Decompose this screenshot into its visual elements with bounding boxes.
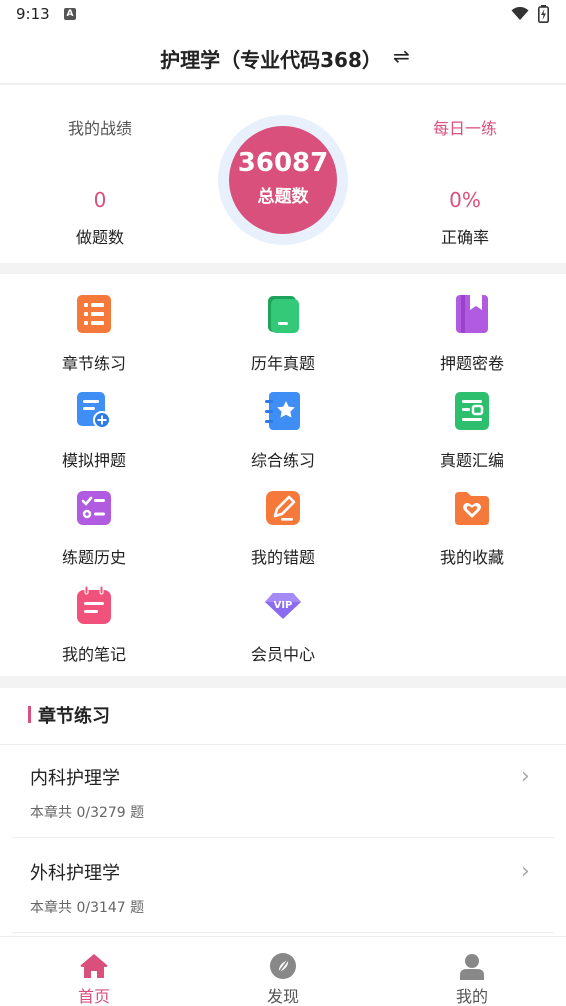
- svg-text:VIP: VIP: [274, 600, 293, 611]
- book-icon: [268, 296, 299, 333]
- done-count-value: 0: [93, 188, 107, 212]
- doc-lines-icon: [455, 392, 489, 430]
- list-icon: [77, 295, 111, 333]
- stats-panel: 我的战绩 每日一练 36087 总题数 0 做题数 0% 正确率: [0, 85, 566, 263]
- grid-item-predicted-papers[interactable]: 押题密卷: [378, 274, 566, 373]
- bottom-nav: 首页 发现 我的: [0, 936, 566, 1006]
- page-title: 护理学（专业代码368）: [160, 48, 382, 72]
- pencil-icon: [266, 491, 300, 525]
- total-questions-value: 36087: [237, 148, 329, 178]
- chevron-right-icon: ›: [521, 859, 530, 884]
- accuracy-label: 正确率: [440, 228, 489, 247]
- total-questions-ring: 36087 总题数: [218, 115, 348, 245]
- accuracy-value: 0%: [449, 188, 481, 212]
- grid-item-notes[interactable]: 我的笔记: [0, 565, 188, 664]
- grid-item-mock-exam[interactable]: 模拟押题: [0, 371, 188, 470]
- battery-icon: [538, 5, 549, 23]
- compass-icon: [270, 953, 296, 979]
- tab-label: 我的: [455, 987, 488, 1006]
- grid-item-exam-collection[interactable]: 真题汇编: [378, 371, 566, 470]
- grid-item-label: 我的笔记: [61, 645, 126, 664]
- tab-label: 发现: [266, 987, 299, 1006]
- checklist-icon: [77, 491, 111, 525]
- grid-item-label: 我的收藏: [439, 548, 504, 567]
- chevron-right-icon: ›: [521, 764, 530, 789]
- star-note-icon: [265, 392, 300, 430]
- chapter-progress: 本章共 0/3279 题: [30, 805, 145, 821]
- app-header: 护理学（专业代码368） ⇌: [0, 30, 566, 84]
- grid-item-comprehensive[interactable]: 综合练习: [189, 371, 377, 470]
- feature-grid: 章节练习 历年真题 押题密卷 模拟押题 综合练习 真题汇编 练题历史 我的错题 …: [0, 274, 566, 676]
- heart-folder-icon: [455, 492, 489, 525]
- grid-item-favorites[interactable]: 我的收藏: [378, 468, 566, 567]
- chapter-row[interactable]: 内科护理学 本章共 0/3279 题 ›: [0, 744, 566, 838]
- home-icon: [80, 954, 108, 978]
- notebook-icon: [77, 585, 111, 624]
- total-questions-circle: 36087 总题数: [229, 126, 337, 234]
- grid-item-chapter-practice[interactable]: 章节练习: [0, 274, 188, 373]
- chapter-row[interactable]: 外科护理学 本章共 0/3147 题 ›: [0, 839, 566, 933]
- total-questions-label: 总题数: [257, 187, 309, 207]
- chapter-name: 内科护理学: [30, 768, 120, 789]
- wifi-icon: [511, 7, 529, 20]
- divider: [12, 932, 554, 933]
- chapter-progress: 本章共 0/3147 题: [30, 900, 145, 916]
- status-time: 9:13: [16, 5, 50, 23]
- tab-discover[interactable]: 发现: [223, 937, 343, 1006]
- switch-subject-icon[interactable]: ⇌: [393, 44, 410, 68]
- tab-label: 首页: [77, 987, 110, 1006]
- vip-icon: VIP: [265, 593, 301, 619]
- tab-mine[interactable]: 我的: [412, 937, 532, 1006]
- divider: [12, 837, 554, 838]
- my-record-label: 我的战绩: [67, 119, 132, 138]
- grid-item-vip-center[interactable]: VIP 会员中心: [189, 565, 377, 664]
- bookmark-book-icon: [456, 295, 488, 333]
- tab-home[interactable]: 首页: [34, 937, 154, 1006]
- status-bar: 9:13 A: [0, 0, 566, 30]
- grid-item-label: 会员中心: [250, 645, 315, 664]
- user-icon: [460, 954, 484, 980]
- grid-item-history[interactable]: 练题历史: [0, 468, 188, 567]
- doc-plus-icon: [77, 392, 111, 429]
- grid-item-past-exams[interactable]: 历年真题: [189, 274, 377, 373]
- done-count-label: 做题数: [75, 228, 124, 247]
- grid-item-wrong-questions[interactable]: 我的错题: [189, 468, 377, 567]
- chapter-section: 章节练习 内科护理学 本章共 0/3279 题 › 外科护理学 本章共 0/31…: [0, 688, 566, 938]
- section-title: 章节练习: [28, 702, 110, 728]
- daily-practice-link[interactable]: 每日一练: [405, 115, 525, 139]
- notification-badge: A: [64, 8, 76, 20]
- chapter-name: 外科护理学: [30, 863, 120, 884]
